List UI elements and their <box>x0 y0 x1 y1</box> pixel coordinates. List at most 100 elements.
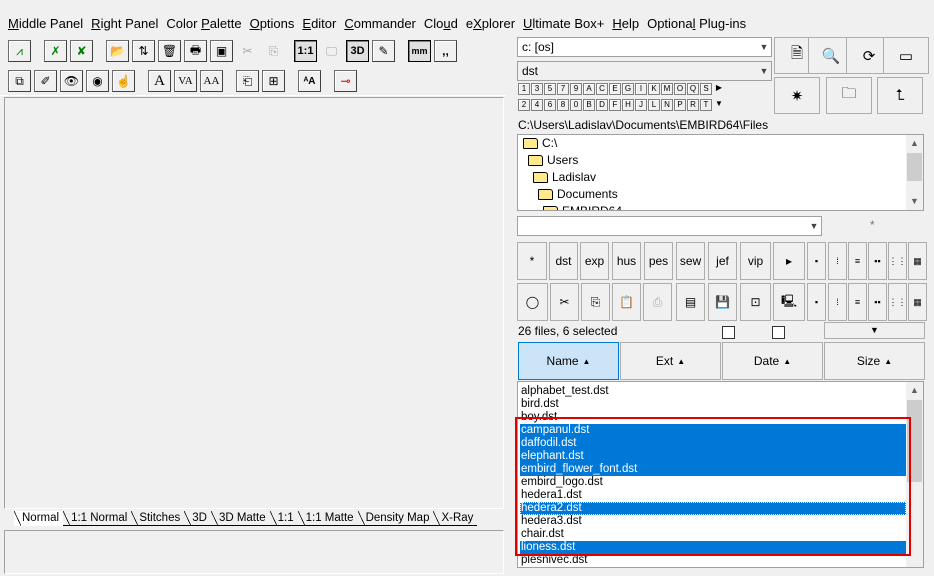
checkbox-2[interactable] <box>772 326 785 339</box>
color-block-9-icon[interactable]: ≡ <box>848 283 867 321</box>
folder-up-icon[interactable]: ⮤ <box>877 77 923 114</box>
folder-icon[interactable]: 🗀 <box>826 77 872 114</box>
format-jef-button[interactable]: jef <box>708 242 737 280</box>
color-block-2-icon[interactable]: ⁞ <box>828 242 847 280</box>
file-row[interactable]: embird_logo.dst <box>520 476 906 489</box>
monitor-move-icon[interactable]: ⧉ <box>8 70 31 92</box>
drive-g-button[interactable]: G <box>622 83 634 95</box>
file-row[interactable]: embird_flower_font.dst <box>520 463 906 476</box>
format-dst-button[interactable]: dst <box>549 242 578 280</box>
format-exp-button[interactable]: exp <box>580 242 609 280</box>
drive-q-button[interactable]: Q <box>687 83 699 95</box>
tab-3d[interactable]: 3D <box>184 511 211 526</box>
tree-node[interactable]: C:\ <box>523 135 557 152</box>
file-row[interactable]: lioness.dst <box>520 541 906 554</box>
file-row[interactable]: hedera1.dst <box>520 489 906 502</box>
tree-scrollbar[interactable]: ▲ ▼ <box>906 135 923 210</box>
menu-help[interactable]: Help <box>610 14 645 34</box>
drive-b-button[interactable]: B <box>583 99 595 111</box>
drive-d-button[interactable]: D <box>596 99 608 111</box>
tree-node[interactable]: Users <box>528 152 578 169</box>
drive-f-button[interactable]: F <box>609 99 621 111</box>
copy-icon[interactable]: ⎘ <box>581 283 610 321</box>
tree-node[interactable]: Ladislav <box>533 169 596 186</box>
drive-i-button[interactable]: I <box>635 83 647 95</box>
floppy-icon[interactable]: 💾 <box>708 283 737 321</box>
checkbox-1[interactable] <box>722 326 735 339</box>
sort-ext-button[interactable]: Ext ▲ <box>620 342 721 380</box>
filter-combo[interactable]: dst ▼ <box>517 61 772 81</box>
drive-3-button[interactable]: 3 <box>531 83 543 95</box>
scroll-thumb[interactable] <box>907 153 922 181</box>
text-a-button[interactable]: A <box>148 70 171 92</box>
text-ab-button[interactable]: AA <box>200 70 223 92</box>
eye-hand-icon[interactable]: ☝ <box>112 70 135 92</box>
menu-commander[interactable]: Commander <box>342 14 422 34</box>
text-va-button[interactable]: VA <box>174 70 197 92</box>
design-area[interactable] <box>4 97 504 509</box>
drive-p-button[interactable]: P <box>674 99 686 111</box>
scroll-up-icon[interactable]: ▲ <box>906 382 923 399</box>
mm-ruler-button[interactable]: mm <box>408 40 431 62</box>
tab-normal[interactable]: Normal <box>14 511 64 526</box>
scroll-down-icon[interactable]: ▼ <box>906 193 923 210</box>
eye-icon[interactable]: 👁 <box>60 70 83 92</box>
drive-6-button[interactable]: 6 <box>544 99 556 111</box>
menu-middle-panel[interactable]: Middle Panel <box>6 14 89 34</box>
color-block-3-icon[interactable]: ≡ <box>848 242 867 280</box>
menu-right-panel[interactable]: Right Panel <box>89 14 164 34</box>
color-block-6-icon[interactable]: ▦ <box>908 242 927 280</box>
remove-stitches-icon[interactable]: ✘ <box>70 40 93 62</box>
menu-cloud[interactable]: Cloud <box>422 14 464 34</box>
tab-density-map[interactable]: Density Map <box>357 511 434 526</box>
tab-3d-matte[interactable]: 3D Matte <box>210 511 270 526</box>
file-row[interactable]: boy.dst <box>520 411 906 424</box>
file-row[interactable]: hedera3.dst <box>520 515 906 528</box>
drive-7-button[interactable]: 7 <box>557 83 569 95</box>
trash-icon[interactable]: 🗑 <box>158 40 181 62</box>
copy-icon[interactable]: ⎘ <box>262 40 285 62</box>
play-icon[interactable]: ▸ <box>773 242 805 280</box>
pages-icon[interactable]: ⎗ <box>236 70 259 92</box>
stitch-view-icon[interactable]: ⩘ <box>8 40 31 62</box>
format-vip-button[interactable]: vip <box>740 242 771 280</box>
file-row[interactable]: elephant.dst <box>520 450 906 463</box>
export-icon[interactable]: ⊡ <box>740 283 771 321</box>
monitor-icon[interactable]: 🖵 <box>320 40 343 62</box>
format-pes-button[interactable]: pes <box>644 242 673 280</box>
key-icon[interactable]: ⊸ <box>334 70 357 92</box>
options-dropdown[interactable]: ▼ <box>824 322 925 339</box>
drive-j-button[interactable]: J <box>635 99 647 111</box>
drive-n-button[interactable]: N <box>661 99 673 111</box>
drive-4-button[interactable]: 4 <box>531 99 543 111</box>
color-block-7-icon[interactable]: ▪ <box>807 283 826 321</box>
file-row[interactable]: daffodil.dst <box>520 437 906 450</box>
drive-m-button[interactable]: M <box>661 83 673 95</box>
folder-tree[interactable]: C:\ Users Ladislav Documents EMBIRD64 ▲ ▼ <box>517 134 924 211</box>
tab-1-1-normal[interactable]: 1:1 Normal <box>63 511 132 526</box>
file-row[interactable]: chair.dst <box>520 528 906 541</box>
inch-ruler-button[interactable]: ,, <box>434 40 457 62</box>
needle-icon[interactable]: ✐ <box>34 70 57 92</box>
file-list[interactable]: alphabet_test.dst bird.dst boy.dst campanul… <box>517 381 924 568</box>
cut-icon[interactable]: ✂ <box>236 40 259 62</box>
color-block-1-icon[interactable]: ▪ <box>807 242 826 280</box>
paste-icon[interactable]: 📋 <box>612 283 641 321</box>
tree-node[interactable]: Documents <box>538 186 618 203</box>
menu-ultimate-box-[interactable]: Ultimate Box+ <box>521 14 610 34</box>
sort-name-button[interactable]: Name ▲ <box>518 342 619 380</box>
file-list-scrollbar[interactable]: ▲ <box>906 382 923 567</box>
drive-0-button[interactable]: 0 <box>570 99 582 111</box>
menu-options[interactable]: Options <box>248 14 301 34</box>
color-block-12-icon[interactable]: ▦ <box>908 283 927 321</box>
paste-special-icon[interactable]: ⎙ <box>643 283 672 321</box>
drive-c-button[interactable]: C <box>596 83 608 95</box>
drive-8-button[interactable]: 8 <box>557 99 569 111</box>
scroll-thumb[interactable] <box>907 400 922 482</box>
edit-stitches-icon[interactable]: ✗ <box>44 40 67 62</box>
drive-next-icon[interactable]: ▶ <box>713 83 725 95</box>
drive-a-button[interactable]: A <box>583 83 595 95</box>
format-hus-button[interactable]: hus <box>612 242 641 280</box>
drive-t-button[interactable]: T <box>700 99 712 111</box>
menu-editor[interactable]: Editor <box>300 14 342 34</box>
